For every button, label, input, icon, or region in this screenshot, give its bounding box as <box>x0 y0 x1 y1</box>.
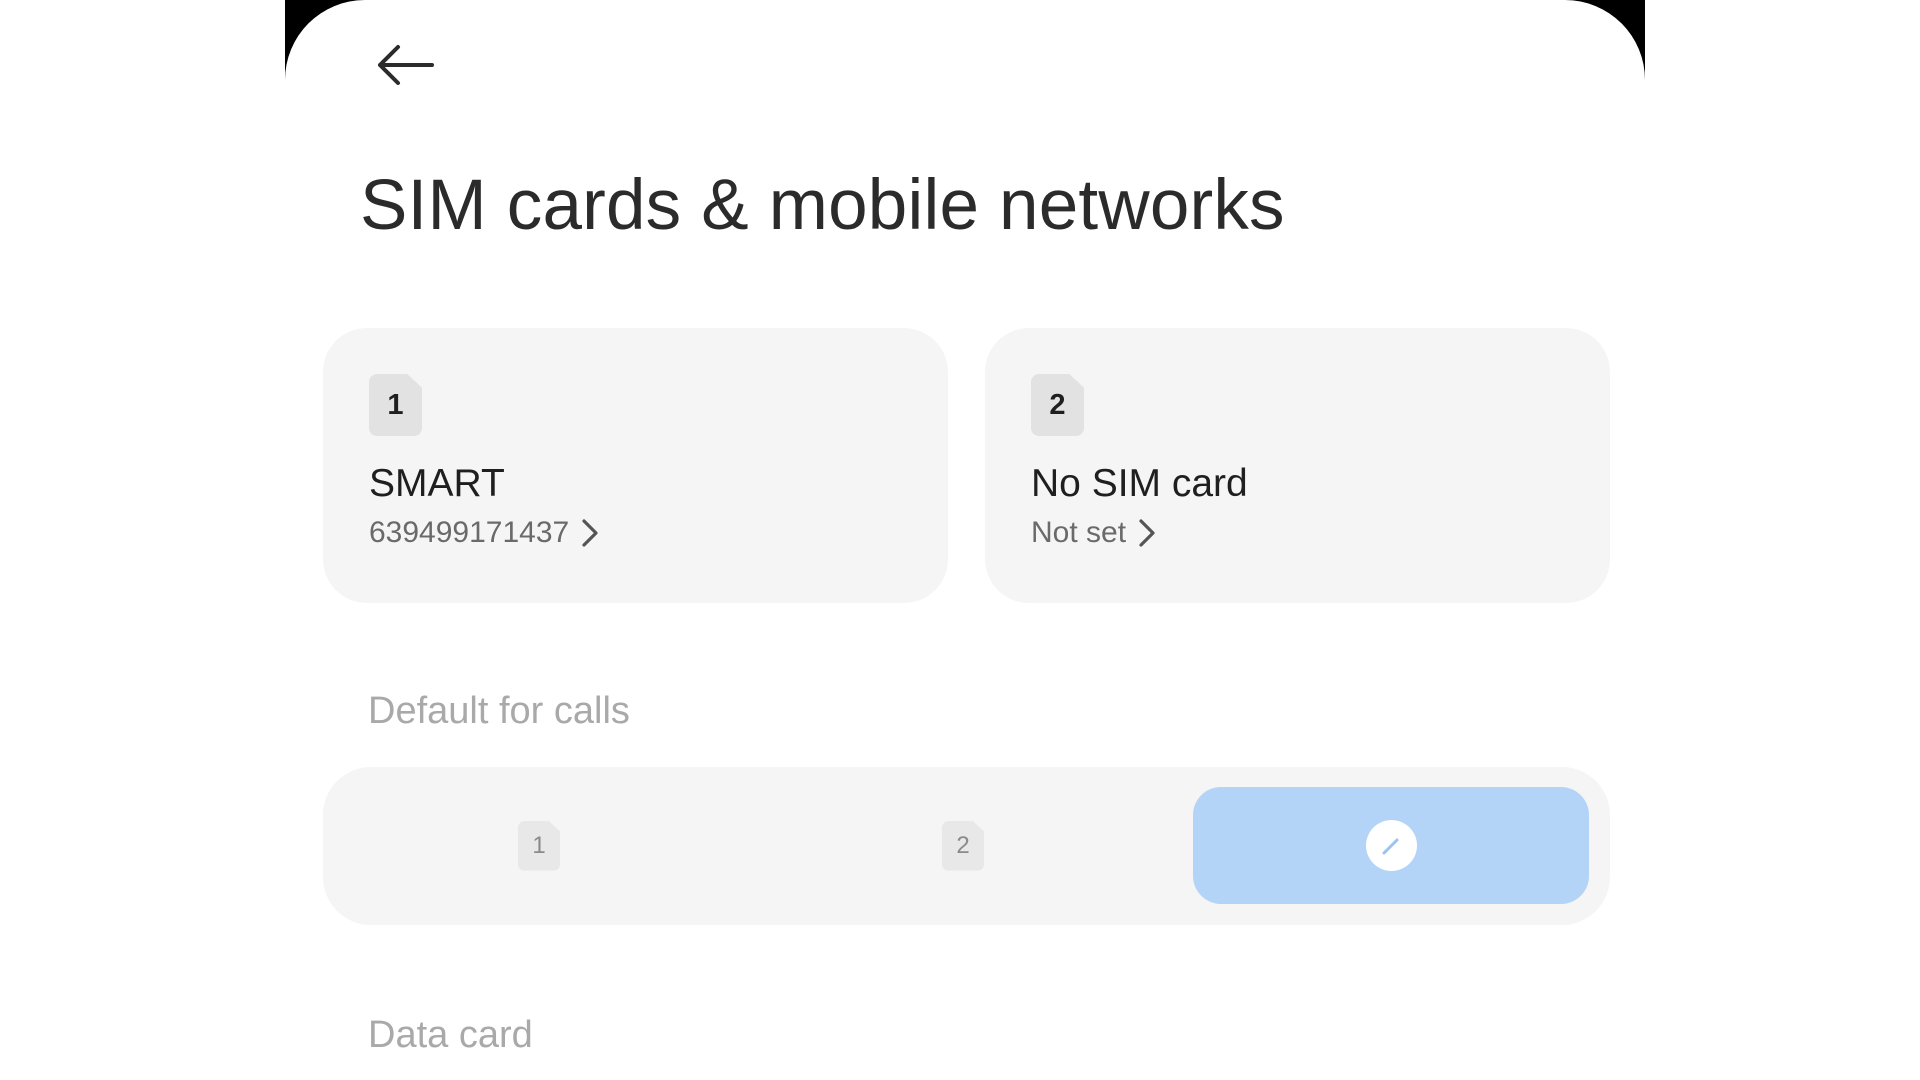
sim-phone-number: 639499171437 <box>369 516 570 549</box>
default-for-calls-label: Default for calls <box>368 690 630 732</box>
arrow-left-icon <box>378 45 434 85</box>
sim-status-text: Not set <box>1031 516 1127 549</box>
sim-slot-badge: 2 <box>1031 374 1084 436</box>
sim-slot-badge: 1 <box>369 374 422 436</box>
screen: SIM cards & mobile networks 1 SMART 6394… <box>0 0 1920 1080</box>
settings-page: SIM cards & mobile networks 1 SMART 6394… <box>285 0 1645 1080</box>
pencil-icon <box>1382 838 1399 854</box>
chevron-right-icon <box>1139 519 1155 547</box>
calls-option-ask-every-time[interactable] <box>1193 787 1589 904</box>
data-card-label: Data card <box>368 1014 533 1056</box>
sim-status-row: Not set <box>1031 516 1156 550</box>
default-calls-selector: 1 2 <box>323 767 1610 925</box>
sim-2-badge: 2 <box>942 820 984 871</box>
sim-carrier-name: SMART <box>369 462 505 505</box>
sim-card-2[interactable]: 2 No SIM card Not set <box>985 328 1610 603</box>
sim-carrier-name: No SIM card <box>1031 462 1248 505</box>
page-title: SIM cards & mobile networks <box>360 166 1285 245</box>
calls-option-sim-1[interactable]: 1 <box>341 787 737 904</box>
sim-card-1[interactable]: 1 SMART 639499171437 <box>323 328 948 603</box>
sim-1-badge: 1 <box>518 820 560 871</box>
chevron-right-icon <box>582 519 598 547</box>
back-button[interactable] <box>370 40 440 90</box>
calls-option-sim-2[interactable]: 2 <box>765 787 1161 904</box>
sim-number-row: 639499171437 <box>369 516 599 550</box>
pencil-icon-circle <box>1365 820 1417 871</box>
